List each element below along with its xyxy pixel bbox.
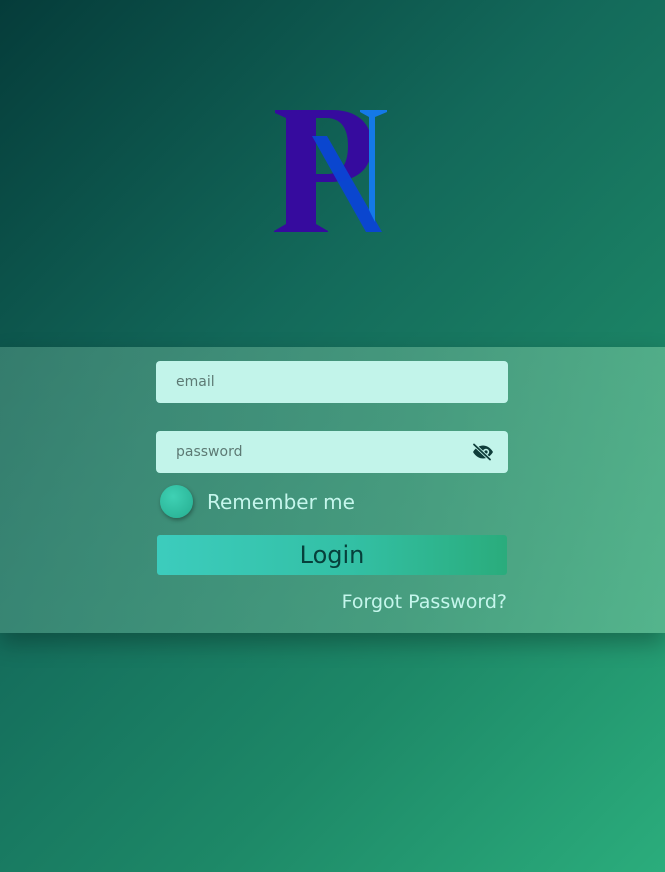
forgot-password-link[interactable]: Forgot Password? [342, 591, 507, 613]
email-field-container [156, 361, 508, 403]
remember-me: Remember me [160, 485, 355, 518]
eye-slash-icon[interactable] [470, 442, 496, 462]
remember-me-toggle[interactable] [160, 485, 193, 518]
login-button[interactable]: Login [157, 535, 507, 575]
logo [274, 110, 387, 232]
remember-me-label: Remember me [207, 489, 355, 514]
email-input[interactable] [176, 374, 496, 390]
password-input[interactable] [176, 444, 470, 460]
password-field-container [156, 431, 508, 473]
